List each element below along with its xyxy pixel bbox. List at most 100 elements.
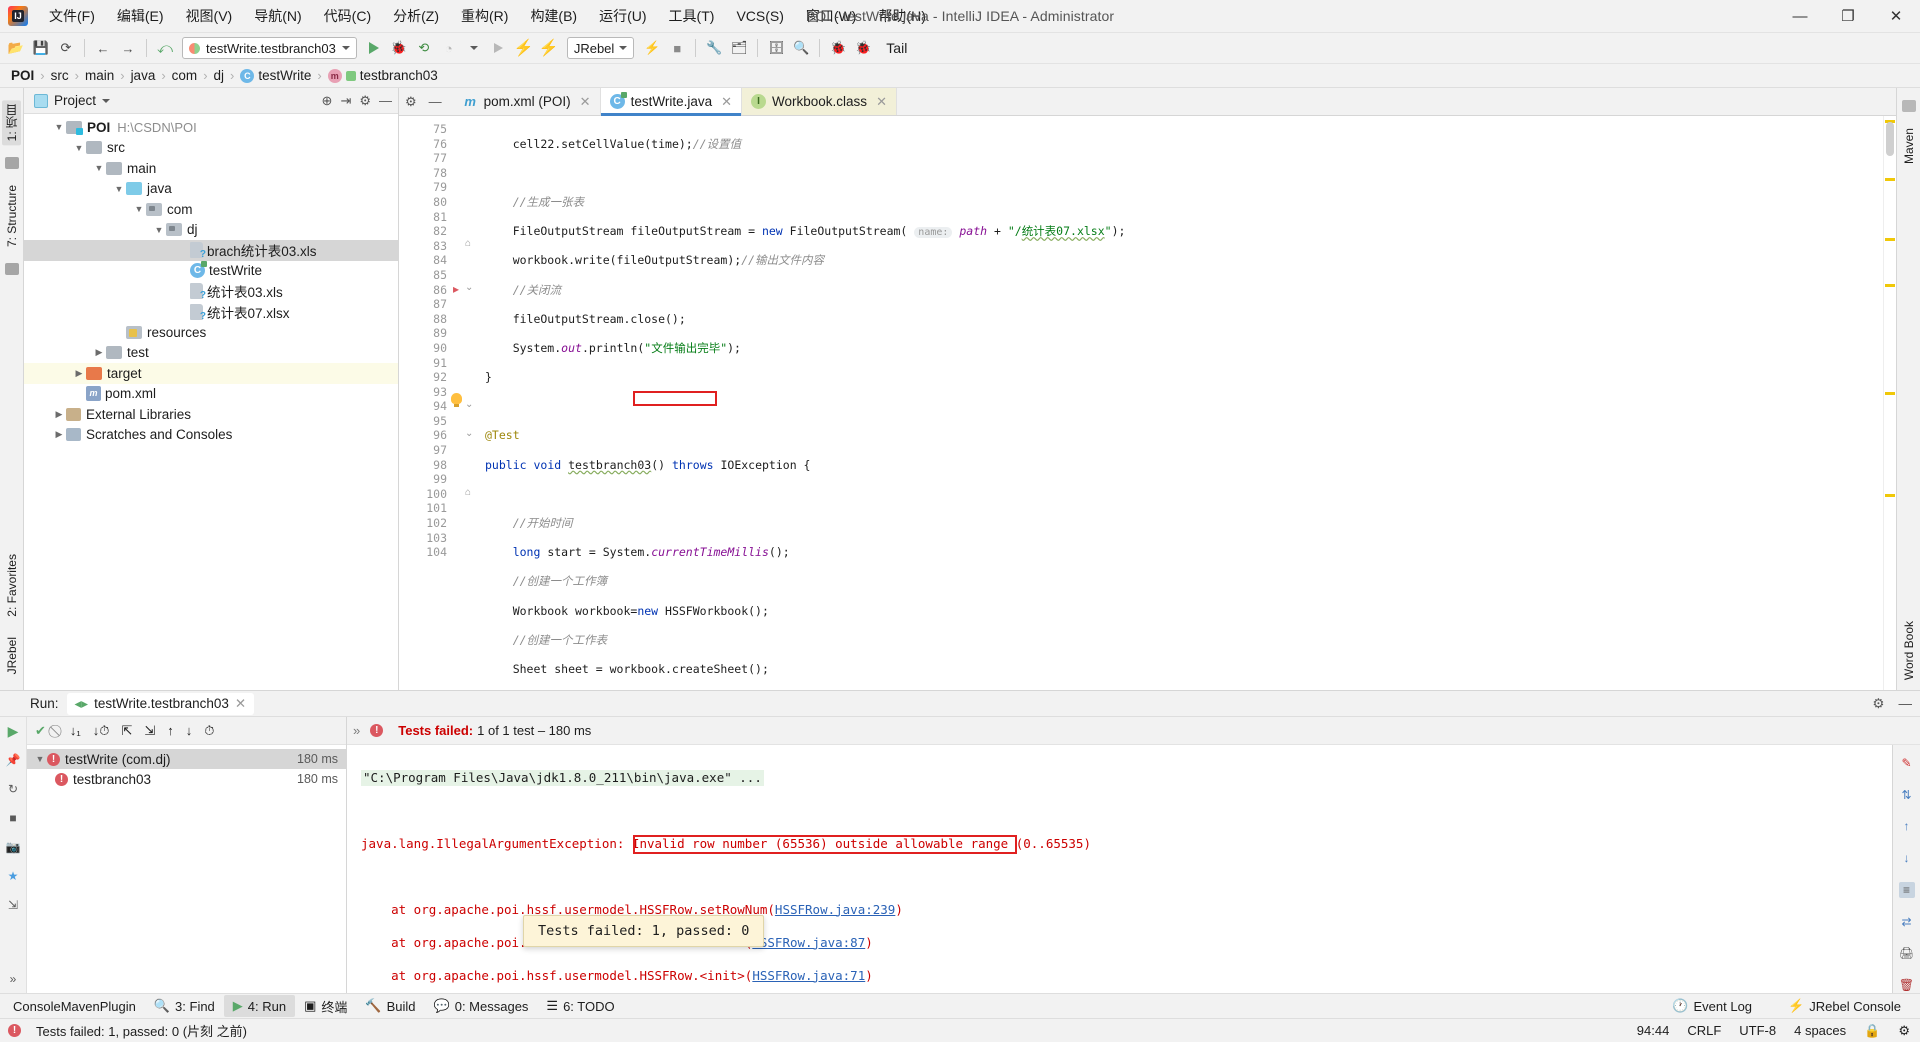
- forward-icon[interactable]: →: [116, 36, 140, 60]
- tree-row-target[interactable]: ▶ target: [24, 363, 398, 384]
- tab-workbook-class[interactable]: I Workbook.class ✕: [742, 88, 897, 115]
- menu-code[interactable]: 代码(C): [313, 3, 382, 29]
- project-structure-icon[interactable]: 🗂: [727, 36, 751, 60]
- menu-vcs[interactable]: VCS(S): [725, 3, 794, 29]
- code-text[interactable]: cell22.setCellValue(time);//设置值 //生成一张表 …: [481, 116, 1883, 690]
- maximize-button[interactable]: ❐: [1824, 0, 1872, 33]
- tree-row-test[interactable]: ▶ test: [24, 343, 398, 364]
- hide-icon[interactable]: —: [429, 94, 442, 109]
- breadcrumb-item-com[interactable]: com: [169, 68, 201, 83]
- stack-link[interactable]: HSSFRow.java:87: [752, 935, 865, 950]
- run-panel-tab[interactable]: ◂▸ testWrite.testbranch03 ✕: [66, 692, 255, 715]
- soft-wrap-icon[interactable]: ≡: [1898, 882, 1915, 898]
- run-coverage-icon[interactable]: ⟲: [412, 36, 436, 60]
- bug-icon[interactable]: 🐞: [826, 36, 850, 60]
- tree-row-external-libraries[interactable]: ▶ External Libraries: [24, 404, 398, 425]
- menu-edit[interactable]: 编辑(E): [106, 3, 175, 29]
- expand-arrow-icon[interactable]: ▼: [92, 163, 106, 173]
- breadcrumb-item-dj[interactable]: dj: [211, 68, 228, 83]
- bug-alt-icon[interactable]: 🐞: [851, 36, 875, 60]
- collapse-arrow-icon[interactable]: ▶: [92, 347, 106, 358]
- rail-project-button[interactable]: 1: 项目: [2, 100, 21, 146]
- breadcrumb-item-main[interactable]: main: [82, 68, 117, 83]
- more-icon[interactable]: »: [5, 971, 21, 987]
- scroll-down-icon[interactable]: ↓: [1899, 850, 1915, 866]
- collapse-all-icon[interactable]: ⇥: [340, 93, 351, 109]
- gear-icon[interactable]: ⚙: [359, 93, 371, 109]
- test-results-tree[interactable]: ▼ ! testWrite (com.dj) 180 ms ! testbran…: [27, 745, 346, 993]
- inspections-icon[interactable]: ⚙: [1898, 1023, 1910, 1039]
- profile-icon[interactable]: ◔: [437, 36, 461, 60]
- run-configuration-selector[interactable]: testWrite.testbranch03: [182, 37, 357, 59]
- warning-marker[interactable]: [1885, 284, 1895, 287]
- collapse-arrow-icon[interactable]: ▶: [72, 368, 86, 379]
- settings-icon[interactable]: 🔧: [702, 36, 726, 60]
- toolwindow-messages[interactable]: 💬 0: Messages: [425, 995, 538, 1017]
- rerun-icon[interactable]: [487, 36, 511, 60]
- code-editor[interactable]: 75 76 77 78 79 80 81 82 83 84 85 86 87 88 89 90 91 92 93 94…: [399, 116, 1896, 690]
- close-icon[interactable]: ✕: [235, 696, 246, 712]
- menu-run[interactable]: 运行(U): [588, 3, 657, 29]
- intention-bulb-icon[interactable]: [451, 393, 462, 407]
- toolwindow-terminal[interactable]: ▣ 终端: [295, 994, 356, 1019]
- tree-row-main[interactable]: ▼ main: [24, 158, 398, 179]
- warning-marker[interactable]: [1885, 178, 1895, 181]
- back-icon[interactable]: ←: [91, 36, 115, 60]
- debug-icon[interactable]: 🐞: [387, 36, 411, 60]
- project-tree[interactable]: ▼ POI H:\CSDN\POI ▼ src ▼ main ▼ java ▼ …: [24, 114, 398, 690]
- tree-row-testwrite[interactable]: C testWrite: [24, 261, 398, 282]
- toolwindow-find[interactable]: 🔍 3: Find: [145, 995, 224, 1017]
- rerun-failed-icon[interactable]: ↻: [5, 781, 21, 797]
- file-encoding[interactable]: UTF-8: [1739, 1023, 1776, 1038]
- menu-analyze[interactable]: 分析(Z): [382, 3, 450, 29]
- menu-window[interactable]: 窗口(W): [795, 3, 868, 29]
- menu-view[interactable]: 视图(V): [175, 3, 244, 29]
- expand-arrow-icon[interactable]: ▼: [33, 754, 47, 764]
- breadcrumb-item-src[interactable]: src: [48, 68, 72, 83]
- expand-arrow-icon[interactable]: ▼: [112, 184, 126, 194]
- locate-target-icon[interactable]: ⊕: [322, 93, 333, 109]
- structure-small-icon[interactable]: [4, 157, 19, 170]
- run-icon[interactable]: [362, 36, 386, 60]
- collapse-arrow-icon[interactable]: ▶: [52, 429, 66, 440]
- gear-icon[interactable]: ⚙: [405, 94, 417, 110]
- tree-row-tongji07-xlsx[interactable]: 统计表07.xlsx: [24, 302, 398, 323]
- event-log-button[interactable]: 🕐 Event Log: [1663, 995, 1761, 1017]
- hide-icon[interactable]: —: [1899, 696, 1913, 711]
- rail-jrebel-button[interactable]: JRebel: [4, 633, 20, 678]
- export-icon[interactable]: ⇲: [5, 897, 21, 913]
- toolwindow-run[interactable]: ▶ 4: Run: [223, 995, 296, 1017]
- menu-refactor[interactable]: 重构(R): [450, 3, 519, 29]
- stack-link[interactable]: HSSFRow.java:71: [752, 968, 865, 983]
- stop-icon[interactable]: ■: [665, 36, 689, 60]
- expand-arrow-icon[interactable]: ▼: [152, 225, 166, 235]
- tab-pom-xml[interactable]: m pom.xml (POI) ✕: [454, 88, 601, 115]
- collapse-all-icon[interactable]: ⇲: [144, 723, 155, 739]
- jrebel-run-icon[interactable]: ⚡: [512, 36, 536, 60]
- expand-arrow-icon[interactable]: ▼: [132, 204, 146, 214]
- tree-row-dj[interactable]: ▼ dj: [24, 220, 398, 241]
- sort-alpha-icon[interactable]: ↓₁: [70, 723, 81, 738]
- menu-help[interactable]: 帮助(H): [867, 3, 936, 29]
- test-tree-row-testbranch03[interactable]: ! testbranch03 180 ms: [27, 769, 346, 789]
- tree-row-brach-xls[interactable]: brach统计表03.xls: [24, 240, 398, 261]
- expand-all-icon[interactable]: ⇱: [121, 723, 132, 739]
- collapse-arrow-icon[interactable]: ▶: [52, 409, 66, 420]
- camera-icon[interactable]: 📷: [5, 839, 21, 855]
- tree-row-poi[interactable]: ▼ POI H:\CSDN\POI: [24, 117, 398, 138]
- open-icon[interactable]: 📂: [4, 36, 28, 60]
- close-icon[interactable]: ✕: [721, 94, 732, 110]
- database-icon[interactable]: 🗄: [764, 36, 788, 60]
- rail-favorites-button[interactable]: 2: Favorites: [4, 550, 20, 621]
- menu-file[interactable]: 文件(F): [38, 3, 106, 29]
- maven-small-icon[interactable]: [1901, 100, 1916, 112]
- tab-testwrite-java[interactable]: C testWrite.java ✕: [600, 88, 743, 116]
- lock-icon[interactable]: 🔒: [1864, 1023, 1880, 1039]
- breadcrumb-item-testbranch03[interactable]: m testbranch03: [325, 68, 441, 83]
- minimize-button[interactable]: —: [1776, 0, 1824, 33]
- expand-arrow-icon[interactable]: ▼: [52, 122, 66, 132]
- fold-gutter[interactable]: ⌂ ▸ ⌄ ⌄ ⌄ ⌂: [451, 116, 481, 690]
- expand-arrow-icon[interactable]: ▼: [72, 143, 86, 153]
- menu-tools[interactable]: 工具(T): [658, 3, 726, 29]
- editor-scrollbar-thumb[interactable]: [1886, 122, 1894, 156]
